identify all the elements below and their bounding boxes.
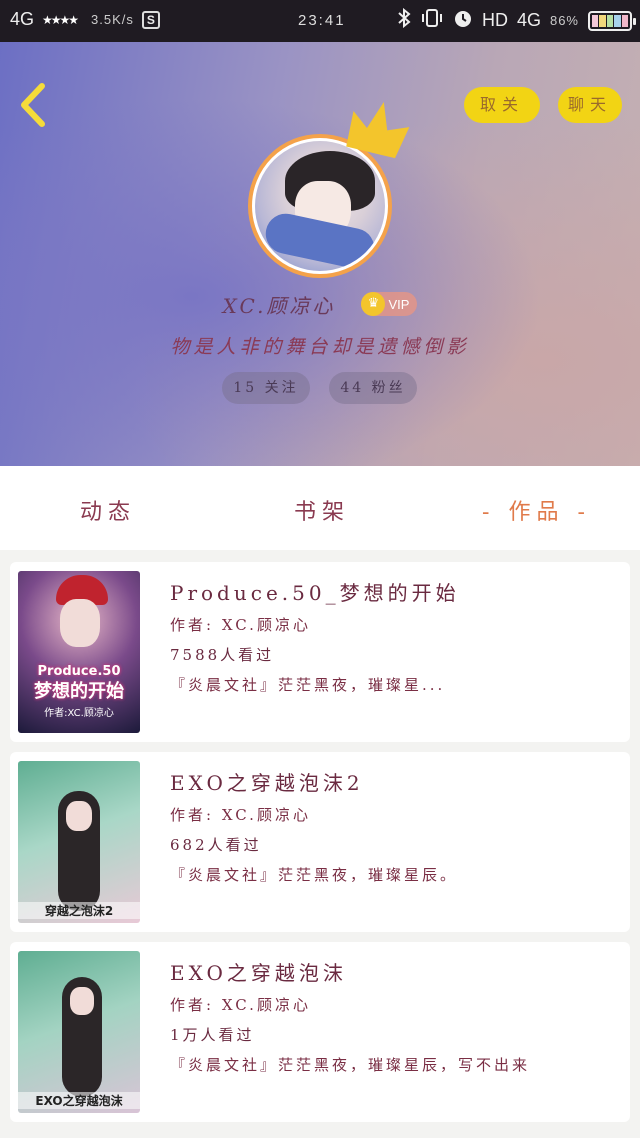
network-speed: 3.5K/s: [91, 12, 134, 27]
book-description: 『炎晨文社』茫茫黑夜，璀璨星辰。: [170, 866, 459, 884]
book-description: 『炎晨文社』茫茫黑夜，璀璨星...: [170, 676, 446, 694]
signal-icon: ★★★★: [42, 12, 79, 27]
book-title: Produce.50_梦想的开始: [170, 581, 460, 605]
network-type-left: 4G: [10, 9, 35, 29]
book-cover: EXO之穿越泡沫: [18, 951, 140, 1113]
hd-label: HD: [481, 10, 508, 30]
book-views: 682人看过: [170, 836, 262, 854]
tab-works[interactable]: - 作品 -: [482, 494, 591, 526]
book-cover: 穿越之泡沫2: [18, 761, 140, 923]
cover-title: EXO之穿越泡沫: [18, 1092, 140, 1109]
vip-badge: ♛ VIP: [361, 292, 418, 316]
vibrate-icon: [420, 8, 444, 33]
book-description: 『炎晨文社』茫茫黑夜，璀璨星辰，写不出来: [170, 1056, 531, 1074]
profile-header: 取关 聊天 XC.顾凉心 ♛ VIP 物是人非的舞台却是遗憾倒影 15 关注 4…: [0, 42, 640, 466]
book-title: EXO之穿越泡沫: [170, 961, 347, 985]
book-views: 1万人看过: [170, 1026, 255, 1044]
book-cover: Produce.50 梦想的开始 作者:XC.顾凉心: [18, 571, 140, 733]
book-views: 7588人看过: [170, 646, 275, 664]
fans-count[interactable]: 44 粉丝: [329, 372, 417, 404]
following-count[interactable]: 15 关注: [222, 372, 310, 404]
book-card[interactable]: 穿越之泡沫2 EXO之穿越泡沫2 作者: XC.顾凉心 682人看过 『炎晨文社…: [10, 752, 630, 932]
book-card[interactable]: Produce.50 梦想的开始 作者:XC.顾凉心 Produce.50_梦想…: [10, 562, 630, 742]
book-author: 作者: XC.顾凉心: [170, 806, 311, 824]
back-button[interactable]: [14, 80, 58, 130]
profile-tabs: 动态 书架 - 作品 -: [0, 466, 640, 550]
s-app-icon: S: [141, 10, 160, 29]
vip-crown-icon: ♛: [361, 292, 386, 316]
cover-title-2: 梦想的开始: [34, 681, 124, 702]
battery-percent: 86%: [549, 13, 579, 28]
network-type-right: 4G: [516, 10, 541, 30]
status-bar: 4G ★★★★ 3.5K/s S 23:41 HD 4G 86%: [0, 0, 640, 42]
cover-title: 穿越之泡沫2: [18, 902, 140, 919]
book-card[interactable]: EXO之穿越泡沫 EXO之穿越泡沫 作者: XC.顾凉心 1万人看过 『炎晨文社…: [10, 942, 630, 1122]
clock: 23:41: [298, 12, 346, 29]
user-signature: 物是人非的舞台却是遗憾倒影: [170, 336, 470, 358]
crown-icon: [346, 101, 410, 159]
battery-icon: [588, 10, 636, 31]
unfollow-button[interactable]: 取关: [464, 87, 540, 123]
username: XC.顾凉心: [222, 293, 336, 318]
cover-author: 作者:XC.顾凉心: [44, 708, 114, 719]
bluetooth-icon: [397, 7, 411, 33]
book-title: EXO之穿越泡沫2: [170, 771, 364, 795]
book-author: 作者: XC.顾凉心: [170, 616, 311, 634]
tab-dynamic[interactable]: 动态: [80, 494, 136, 526]
tab-bookshelf[interactable]: 书架: [294, 494, 350, 526]
alarm-icon: [453, 8, 473, 33]
vip-label: VIP: [388, 296, 410, 312]
chevron-left-icon: [21, 83, 45, 127]
chat-button[interactable]: 聊天: [558, 87, 622, 123]
tab-works-label: 作品: [508, 500, 565, 525]
book-author: 作者: XC.顾凉心: [170, 996, 311, 1014]
